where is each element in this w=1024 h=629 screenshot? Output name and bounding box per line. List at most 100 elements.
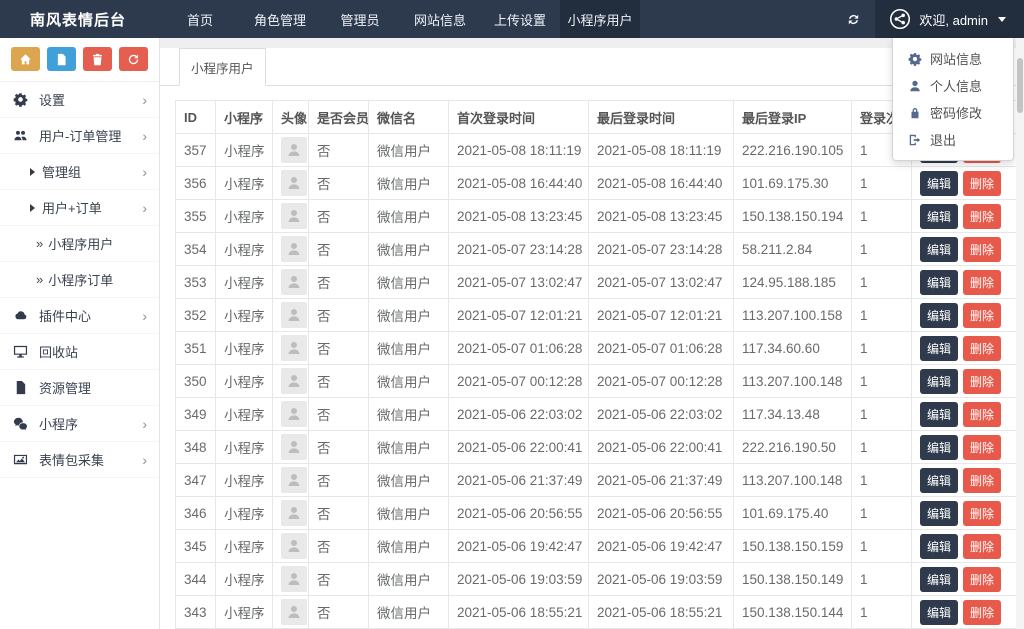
actions-cell: 编辑删除 bbox=[911, 562, 1017, 596]
delete-button[interactable]: 删除 bbox=[963, 170, 1002, 196]
sidebar-item-label: 小程序用户 bbox=[48, 237, 114, 252]
wechat-name-cell: 微信用户 bbox=[368, 232, 449, 266]
last-login-cell: 2021-05-07 01:06:28 bbox=[588, 331, 734, 365]
chevron-right-icon: › bbox=[142, 127, 147, 144]
edit-button[interactable]: 编辑 bbox=[920, 269, 959, 295]
avatar bbox=[281, 302, 307, 328]
nav-item-5[interactable]: 小程序用户 bbox=[560, 0, 640, 38]
edit-button[interactable]: 编辑 bbox=[920, 599, 959, 625]
sidebar-item-5[interactable]: » 小程序订单 bbox=[0, 262, 159, 298]
delete-button[interactable]: 删除 bbox=[963, 533, 1002, 559]
wechat-name-cell: 微信用户 bbox=[368, 298, 449, 332]
delete-button[interactable]: 删除 bbox=[963, 401, 1002, 427]
nav-items: 首页 角色管理 管理员 网站信息 上传设置 小程序用户 bbox=[160, 0, 640, 38]
recycle-button[interactable] bbox=[119, 47, 148, 71]
sidebar-item-3[interactable]: 用户+订单 › bbox=[0, 190, 159, 226]
delete-button[interactable]: 删除 bbox=[963, 302, 1002, 328]
refresh-button[interactable] bbox=[832, 0, 875, 38]
edit-button[interactable]: 编辑 bbox=[920, 203, 959, 229]
table-row: 355 小程序否微信用户 2021-05-08 13:23:45 2021-05-08… bbox=[175, 199, 1017, 233]
delete-button[interactable]: 删除 bbox=[963, 335, 1002, 361]
person-icon bbox=[286, 274, 302, 290]
last-login-cell: 2021-05-08 13:23:45 bbox=[588, 199, 734, 233]
dropdown-item-0[interactable]: 网站信息 bbox=[893, 45, 1013, 72]
delete-button[interactable]: 删除 bbox=[963, 203, 1002, 229]
wechat-name-cell: 微信用户 bbox=[368, 364, 449, 398]
edit-button[interactable]: 编辑 bbox=[920, 335, 959, 361]
avatar-cell bbox=[272, 298, 309, 332]
actions-cell: 编辑删除 bbox=[911, 496, 1017, 530]
last-ip-cell: 150.138.150.194 bbox=[733, 199, 852, 233]
delete-button[interactable]: 删除 bbox=[963, 599, 1002, 625]
last-ip-cell: 117.34.13.48 bbox=[733, 397, 852, 431]
edit-button[interactable]: 编辑 bbox=[920, 566, 959, 592]
avatar-cell bbox=[272, 430, 309, 464]
last-login-cell: 2021-05-07 00:12:28 bbox=[588, 364, 734, 398]
home-button[interactable] bbox=[11, 47, 40, 71]
dropdown-item-3[interactable]: 退出 bbox=[893, 126, 1013, 153]
sidebar-item-8[interactable]: 资源管理 bbox=[0, 370, 159, 406]
last-login-cell: 2021-05-08 18:11:19 bbox=[588, 133, 734, 167]
person-icon bbox=[286, 538, 302, 554]
trash-button[interactable] bbox=[83, 47, 112, 71]
edit-button[interactable]: 编辑 bbox=[920, 401, 959, 427]
sidebar-item-4[interactable]: » 小程序用户 bbox=[0, 226, 159, 262]
double-angle-icon: » bbox=[36, 272, 44, 287]
last-login-cell: 2021-05-07 23:14:28 bbox=[588, 232, 734, 266]
edit-button[interactable]: 编辑 bbox=[920, 467, 959, 493]
caret-down-icon bbox=[998, 16, 1006, 22]
member-cell: 否 bbox=[308, 298, 369, 332]
edit-button[interactable]: 编辑 bbox=[920, 236, 959, 262]
user-menu-toggle[interactable]: 欢迎, admin bbox=[875, 0, 1024, 38]
delete-button[interactable]: 删除 bbox=[963, 500, 1002, 526]
nav-item-2[interactable]: 管理员 bbox=[320, 0, 400, 38]
sidebar-item-9[interactable]: 小程序 › bbox=[0, 406, 159, 442]
login-count-cell: 1 bbox=[851, 364, 912, 398]
sidebar-item-1[interactable]: 用户-订单管理 › bbox=[0, 118, 159, 154]
user-dropdown-menu: 网站信息 个人信息密码修改退出 bbox=[892, 38, 1014, 161]
delete-button[interactable]: 删除 bbox=[963, 269, 1002, 295]
first-login-cell: 2021-05-06 18:55:21 bbox=[448, 595, 589, 629]
nav-item-0[interactable]: 首页 bbox=[160, 0, 240, 38]
dropdown-item-label: 密码修改 bbox=[930, 106, 983, 121]
person-icon bbox=[286, 439, 302, 455]
edit-button[interactable]: 编辑 bbox=[920, 500, 959, 526]
column-header-5: 首次登录时间 bbox=[448, 100, 589, 134]
sidebar-item-0[interactable]: 设置 › bbox=[0, 82, 159, 118]
sidebar-item-7[interactable]: 回收站 bbox=[0, 334, 159, 370]
lock-icon bbox=[908, 106, 922, 120]
page-scrollbar-thumb[interactable] bbox=[1017, 58, 1023, 113]
id-cell: 357 bbox=[175, 133, 216, 167]
tab-mini-program-users[interactable]: 小程序用户 bbox=[179, 48, 266, 86]
last-ip-cell: 222.216.190.50 bbox=[733, 430, 852, 464]
first-login-cell: 2021-05-07 01:06:28 bbox=[448, 331, 589, 365]
sidebar-item-label: 小程序订单 bbox=[48, 273, 114, 288]
delete-button[interactable]: 删除 bbox=[963, 566, 1002, 592]
first-login-cell: 2021-05-08 16:44:40 bbox=[448, 166, 589, 200]
sidebar-item-6[interactable]: 插件中心 › bbox=[0, 298, 159, 334]
gear-icon bbox=[908, 52, 922, 66]
edit-button[interactable]: 编辑 bbox=[920, 434, 959, 460]
edit-button[interactable]: 编辑 bbox=[920, 368, 959, 394]
dropdown-item-1[interactable]: 个人信息 bbox=[893, 72, 1013, 99]
delete-button[interactable]: 删除 bbox=[963, 236, 1002, 262]
delete-button[interactable]: 删除 bbox=[963, 434, 1002, 460]
actions-cell: 编辑删除 bbox=[911, 166, 1017, 200]
nav-item-3[interactable]: 网站信息 bbox=[400, 0, 480, 38]
nav-item-1[interactable]: 角色管理 bbox=[240, 0, 320, 38]
edit-button[interactable]: 编辑 bbox=[920, 170, 959, 196]
page-scrollbar[interactable] bbox=[1016, 38, 1024, 629]
last-login-cell: 2021-05-08 16:44:40 bbox=[588, 166, 734, 200]
file-button[interactable] bbox=[47, 47, 76, 71]
edit-button[interactable]: 编辑 bbox=[920, 302, 959, 328]
avatar-share-icon bbox=[889, 8, 911, 30]
nav-item-4[interactable]: 上传设置 bbox=[480, 0, 560, 38]
delete-button[interactable]: 删除 bbox=[963, 467, 1002, 493]
delete-button[interactable]: 删除 bbox=[963, 368, 1002, 394]
app-cell: 小程序 bbox=[215, 298, 273, 332]
sidebar-item-10[interactable]: 表情包采集 › bbox=[0, 442, 159, 478]
member-cell: 否 bbox=[308, 133, 369, 167]
sidebar-item-2[interactable]: 管理组 › bbox=[0, 154, 159, 190]
dropdown-item-2[interactable]: 密码修改 bbox=[893, 99, 1013, 126]
edit-button[interactable]: 编辑 bbox=[920, 533, 959, 559]
